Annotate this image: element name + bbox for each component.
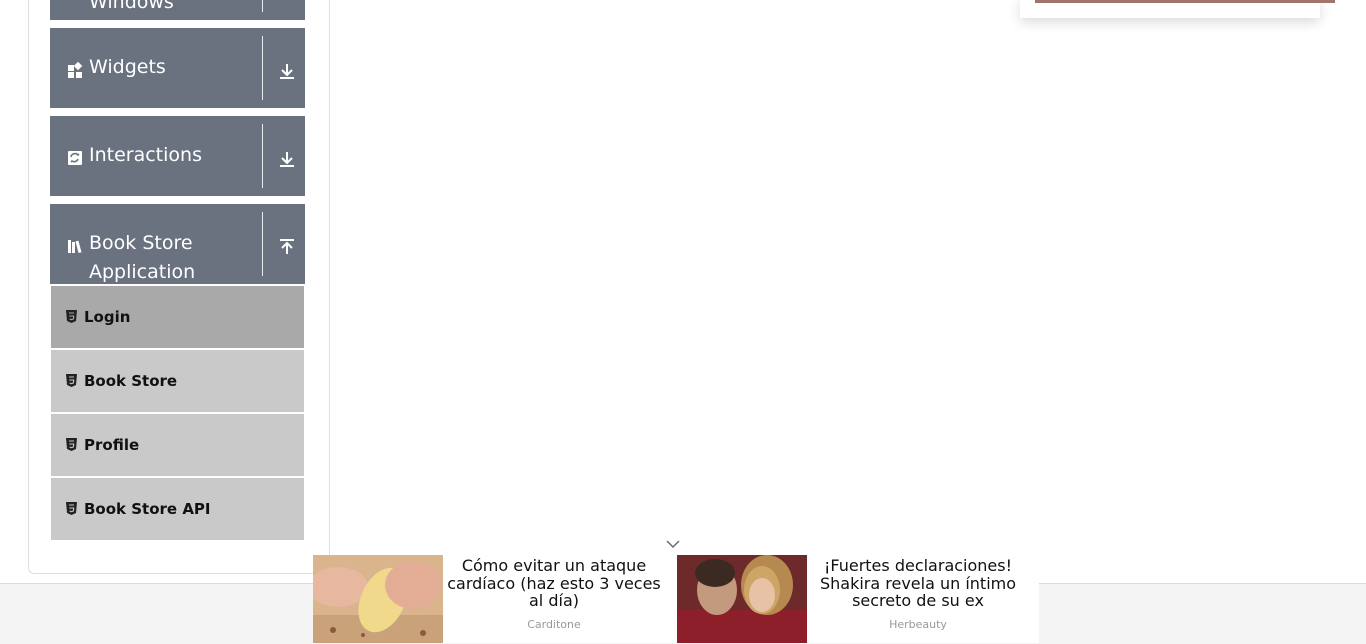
widgets-icon xyxy=(68,62,83,78)
ad-source: Carditone xyxy=(527,618,581,631)
ad-title[interactable]: Cómo evitar un ataque cardíaco (haz esto… xyxy=(442,557,666,610)
group-label-widgets: Widgets xyxy=(89,56,166,78)
ad-bar: Cómo evitar un ataque cardíaco (haz esto… xyxy=(313,555,1039,643)
html5-icon xyxy=(66,438,77,451)
group-header-book-store-application[interactable]: Book Store Application xyxy=(50,204,305,284)
html5-icon xyxy=(66,310,77,323)
menu-item-label: Login xyxy=(84,308,131,326)
chevron-down-icon[interactable] xyxy=(664,538,682,550)
html5-icon xyxy=(66,374,77,387)
group-label-interactions: Interactions xyxy=(89,144,202,166)
ad-title[interactable]: ¡Fuertes declaraciones! Shakira revela u… xyxy=(806,557,1030,610)
group-label-windows: Windows xyxy=(89,0,174,13)
interactions-icon xyxy=(68,151,82,165)
ad-image-couple[interactable] xyxy=(677,555,807,643)
html5-icon xyxy=(66,502,77,515)
download-arrow-icon[interactable] xyxy=(278,62,296,80)
menu-item-label: Book Store API xyxy=(84,500,211,518)
menu-item-label: Book Store xyxy=(84,372,178,390)
menu-item-label: Profile xyxy=(84,436,140,454)
group-divider xyxy=(262,36,263,100)
upload-arrow-icon[interactable] xyxy=(278,238,296,256)
group-divider xyxy=(262,124,263,188)
group-divider xyxy=(262,0,263,12)
group-divider xyxy=(262,212,263,276)
menu-item-login[interactable]: Login xyxy=(51,286,304,348)
book-icon xyxy=(68,240,82,254)
menu-item-book-store-api[interactable]: Book Store API xyxy=(51,478,304,540)
ad-image-hands[interactable] xyxy=(313,555,443,643)
group-header-windows[interactable]: Windows xyxy=(50,0,305,20)
group-label-book-store-application: Book Store Application xyxy=(89,232,196,283)
menu-item-profile[interactable]: Profile xyxy=(51,414,304,476)
download-arrow-icon[interactable] xyxy=(278,150,296,168)
group-header-widgets[interactable]: Widgets xyxy=(50,28,305,108)
floating-card xyxy=(1020,0,1335,18)
floating-card-bar xyxy=(1035,0,1335,3)
menu-item-book-store[interactable]: Book Store xyxy=(51,350,304,412)
ad-source: Herbeauty xyxy=(889,618,947,631)
group-header-interactions[interactable]: Interactions xyxy=(50,116,305,196)
